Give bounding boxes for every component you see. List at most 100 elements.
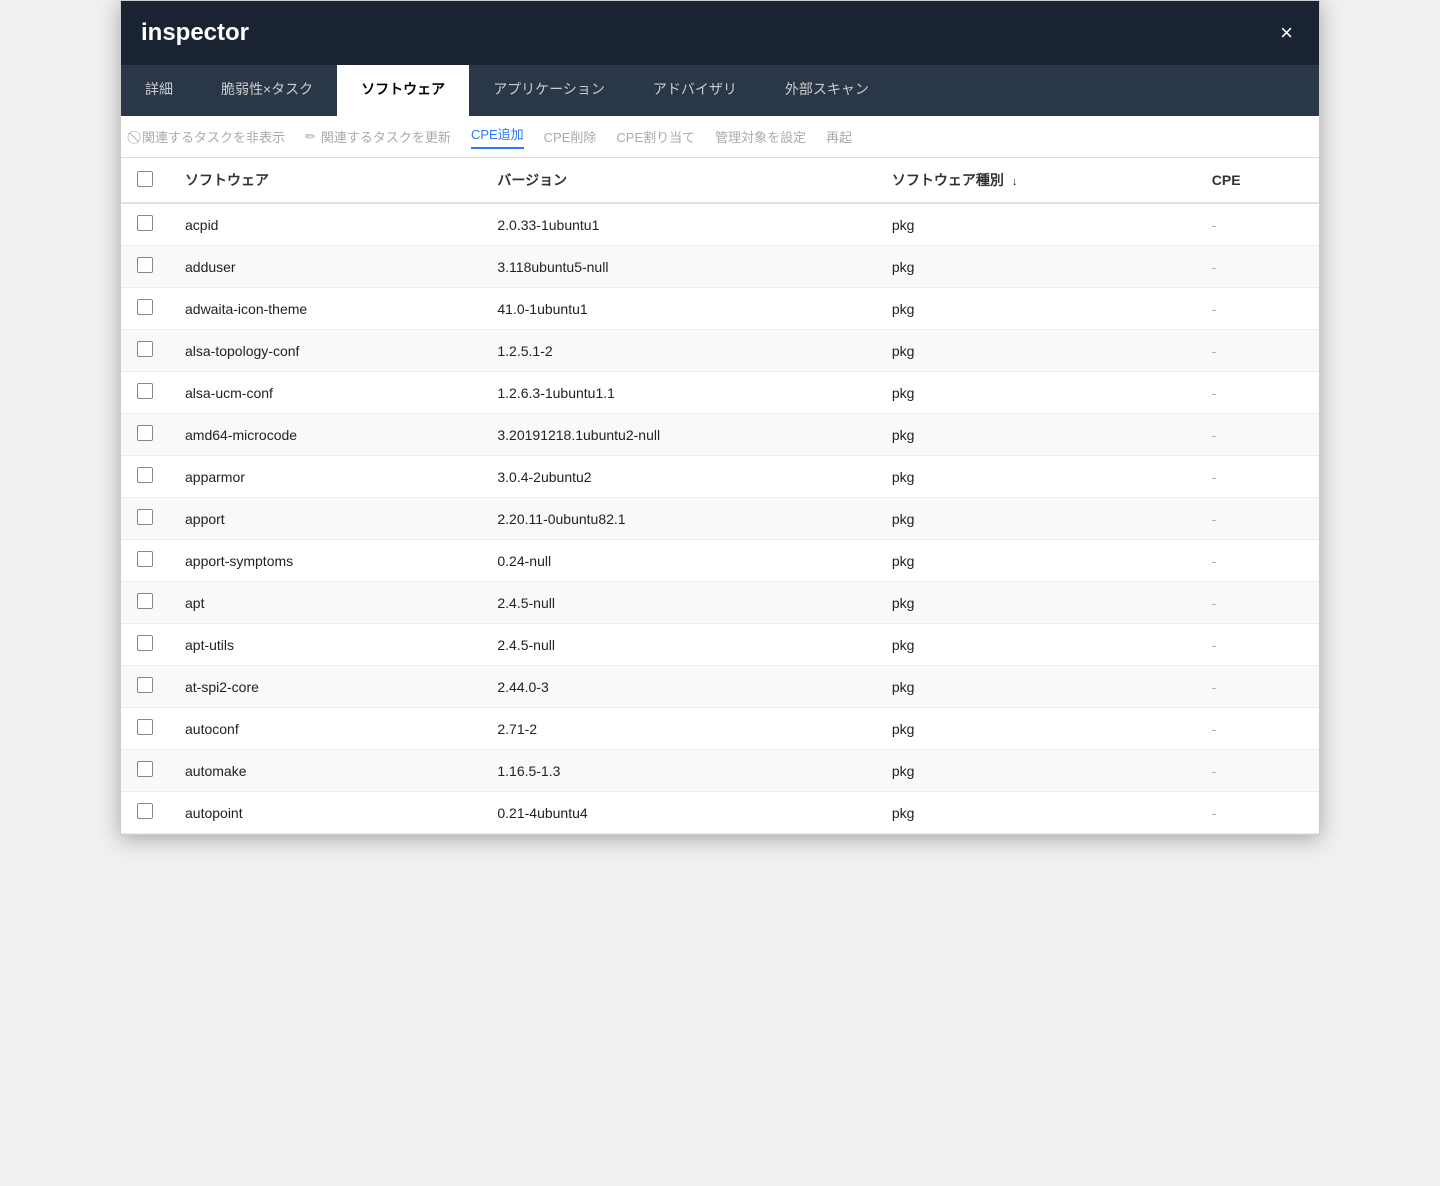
row-software-name: apparmor [169,456,481,498]
row-cpe: - [1196,372,1319,414]
row-checkbox[interactable] [137,509,153,525]
row-version: 1.2.5.1-2 [481,330,876,372]
row-checkbox-cell [121,666,169,708]
row-checkbox[interactable] [137,719,153,735]
software-table-container: ソフトウェア バージョン ソフトウェア種別 ↓ CPE acpid2.0.33-… [121,158,1319,834]
row-checkbox[interactable] [137,215,153,231]
hide-related-tasks-btn[interactable]: ⃠ 関連するタスクを非表示 [137,127,285,146]
row-version: 3.0.4-2ubuntu2 [481,456,876,498]
table-header-row: ソフトウェア バージョン ソフトウェア種別 ↓ CPE [121,158,1319,203]
row-checkbox-cell [121,372,169,414]
row-version: 2.4.5-null [481,624,876,666]
row-checkbox-cell [121,456,169,498]
row-cpe: - [1196,582,1319,624]
row-checkbox-cell [121,540,169,582]
select-all-checkbox[interactable] [137,171,153,187]
set-managed-btn[interactable]: 管理対象を設定 [715,127,806,146]
tab-advisory[interactable]: アドバイザリ [629,65,761,116]
row-type: pkg [876,456,1196,498]
row-checkbox[interactable] [137,383,153,399]
row-cpe: - [1196,203,1319,246]
table-row: apport-symptoms0.24-nullpkg- [121,540,1319,582]
row-checkbox[interactable] [137,677,153,693]
table-row: at-spi2-core2.44.0-3pkg- [121,666,1319,708]
row-checkbox-cell [121,582,169,624]
row-software-name: adduser [169,246,481,288]
row-software-name: autopoint [169,792,481,834]
row-type: pkg [876,330,1196,372]
toolbar: ⃠ 関連するタスクを非表示 ✏ 関連するタスクを更新 CPE追加 CPE削除 C… [121,116,1319,158]
row-version: 3.20191218.1ubuntu2-null [481,414,876,456]
row-software-name: autoconf [169,708,481,750]
tab-vuln-tasks[interactable]: 脆弱性×タスク [197,65,337,116]
add-cpe-btn[interactable]: CPE追加 [471,124,524,149]
table-row: apt-utils2.4.5-nullpkg- [121,624,1319,666]
tab-bar: 詳細 脆弱性×タスク ソフトウェア アプリケーション アドバイザリ 外部スキャン [121,65,1319,116]
row-cpe: - [1196,414,1319,456]
row-software-name: apport-symptoms [169,540,481,582]
header-type[interactable]: ソフトウェア種別 ↓ [876,158,1196,203]
row-checkbox[interactable] [137,761,153,777]
row-version: 3.118ubuntu5-null [481,246,876,288]
row-checkbox[interactable] [137,467,153,483]
row-type: pkg [876,540,1196,582]
tab-software[interactable]: ソフトウェア [337,65,469,116]
row-checkbox[interactable] [137,257,153,273]
row-checkbox-cell [121,414,169,456]
row-software-name: adwaita-icon-theme [169,288,481,330]
row-type: pkg [876,792,1196,834]
row-checkbox[interactable] [137,803,153,819]
row-software-name: apt [169,582,481,624]
update-related-tasks-btn[interactable]: ✏ 関連するタスクを更新 [305,127,451,146]
row-software-name: alsa-ucm-conf [169,372,481,414]
row-checkbox[interactable] [137,341,153,357]
table-body: acpid2.0.33-1ubuntu1pkg-adduser3.118ubun… [121,203,1319,834]
row-version: 1.16.5-1.3 [481,750,876,792]
edit-icon: ✏ [305,129,316,145]
tab-applications[interactable]: アプリケーション [469,65,629,116]
row-type: pkg [876,708,1196,750]
row-version: 2.4.5-null [481,582,876,624]
row-cpe: - [1196,456,1319,498]
row-type: pkg [876,582,1196,624]
row-version: 2.71-2 [481,708,876,750]
delete-cpe-btn[interactable]: CPE削除 [544,127,597,146]
sort-arrow-icon: ↓ [1012,174,1018,188]
row-cpe: - [1196,708,1319,750]
tab-details[interactable]: 詳細 [121,65,197,116]
row-type: pkg [876,414,1196,456]
row-software-name: alsa-topology-conf [169,330,481,372]
header-software[interactable]: ソフトウェア [169,158,481,203]
row-cpe: - [1196,540,1319,582]
row-cpe: - [1196,498,1319,540]
row-checkbox[interactable] [137,425,153,441]
row-type: pkg [876,246,1196,288]
table-row: amd64-microcode3.20191218.1ubuntu2-nullp… [121,414,1319,456]
restart-btn[interactable]: 再起 [826,127,852,146]
row-cpe: - [1196,288,1319,330]
table-row: acpid2.0.33-1ubuntu1pkg- [121,203,1319,246]
assign-cpe-btn[interactable]: CPE割り当て [616,127,695,146]
header-version[interactable]: バージョン [481,158,876,203]
table-row: alsa-topology-conf1.2.5.1-2pkg- [121,330,1319,372]
row-checkbox[interactable] [137,635,153,651]
row-type: pkg [876,288,1196,330]
row-version: 41.0-1ubuntu1 [481,288,876,330]
row-checkbox-cell [121,203,169,246]
row-checkbox[interactable] [137,593,153,609]
row-software-name: apport [169,498,481,540]
header-cpe[interactable]: CPE [1196,158,1319,203]
table-row: adduser3.118ubuntu5-nullpkg- [121,246,1319,288]
tab-external-scan[interactable]: 外部スキャン [761,65,893,116]
row-checkbox[interactable] [137,299,153,315]
row-version: 0.21-4ubuntu4 [481,792,876,834]
row-software-name: acpid [169,203,481,246]
row-checkbox[interactable] [137,551,153,567]
row-software-name: at-spi2-core [169,666,481,708]
row-cpe: - [1196,792,1319,834]
row-cpe: - [1196,666,1319,708]
header-checkbox[interactable] [121,158,169,203]
row-version: 2.44.0-3 [481,666,876,708]
table-row: autoconf2.71-2pkg- [121,708,1319,750]
close-button[interactable]: × [1274,20,1299,46]
